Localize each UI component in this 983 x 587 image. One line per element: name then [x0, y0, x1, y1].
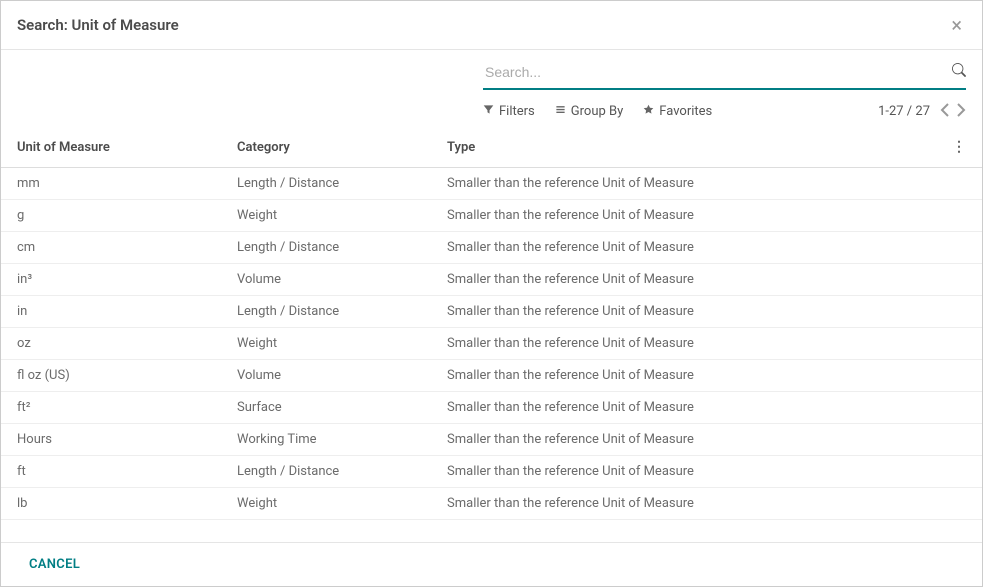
cell-spacer	[936, 392, 982, 424]
cell-uom: g	[1, 200, 221, 232]
cell-spacer	[936, 328, 982, 360]
cell-type: Smaller than the reference Unit of Measu…	[431, 296, 936, 328]
table-row[interactable]: cmLength / DistanceSmaller than the refe…	[1, 232, 982, 264]
close-button[interactable]: ×	[947, 15, 966, 35]
cancel-button[interactable]: CANCEL	[17, 553, 92, 576]
pager-next[interactable]	[956, 102, 966, 121]
pager-arrows	[940, 102, 966, 121]
cell-category: Weight	[221, 488, 431, 520]
cell-spacer	[936, 296, 982, 328]
cell-spacer	[936, 424, 982, 456]
cell-uom: ft²	[1, 392, 221, 424]
dialog-header: Search: Unit of Measure ×	[1, 1, 982, 50]
table-row[interactable]: lbWeightSmaller than the reference Unit …	[1, 488, 982, 520]
cell-uom: in³	[1, 264, 221, 296]
star-icon	[643, 104, 654, 119]
tool-group: Filters Group By Favorites	[483, 104, 712, 119]
search-dialog: Search: Unit of Measure ×	[0, 0, 983, 587]
cell-spacer	[936, 168, 982, 200]
cell-uom: in	[1, 296, 221, 328]
cell-category: Working Time	[221, 424, 431, 456]
group-by-label: Group By	[571, 104, 624, 119]
filters-label: Filters	[499, 104, 535, 119]
chevron-left-icon	[940, 103, 950, 117]
toolbar-row: Filters Group By Favorites	[483, 102, 966, 121]
cell-uom: ft	[1, 456, 221, 488]
cell-category: Surface	[221, 392, 431, 424]
cell-spacer	[936, 232, 982, 264]
cell-uom: oz	[1, 328, 221, 360]
table-header-row: Unit of Measure Category Type ⋮	[1, 127, 982, 168]
cell-category: Weight	[221, 328, 431, 360]
cell-type: Smaller than the reference Unit of Measu…	[431, 264, 936, 296]
results-table: Unit of Measure Category Type ⋮ mmLength…	[1, 127, 982, 520]
col-header-uom[interactable]: Unit of Measure	[1, 127, 221, 168]
list-icon	[555, 104, 566, 119]
cell-uom: Hours	[1, 424, 221, 456]
cell-category: Weight	[221, 200, 431, 232]
table-row[interactable]: in³VolumeSmaller than the reference Unit…	[1, 264, 982, 296]
search-input[interactable]	[483, 60, 952, 84]
cell-type: Smaller than the reference Unit of Measu…	[431, 232, 936, 264]
table-row[interactable]: inLength / DistanceSmaller than the refe…	[1, 296, 982, 328]
cell-spacer	[936, 456, 982, 488]
table-row[interactable]: ftLength / DistanceSmaller than the refe…	[1, 456, 982, 488]
cell-uom: fl oz (US)	[1, 360, 221, 392]
cell-category: Length / Distance	[221, 232, 431, 264]
search-icon[interactable]	[952, 63, 966, 81]
cell-type: Smaller than the reference Unit of Measu…	[431, 200, 936, 232]
search-input-row	[483, 60, 966, 90]
dialog-body: Filters Group By Favorites	[1, 50, 982, 542]
cell-spacer	[936, 200, 982, 232]
filters-button[interactable]: Filters	[483, 104, 535, 119]
col-header-menu[interactable]: ⋮	[936, 127, 982, 168]
kebab-icon: ⋮	[952, 139, 966, 155]
cell-uom: lb	[1, 488, 221, 520]
cell-type: Smaller than the reference Unit of Measu…	[431, 328, 936, 360]
cell-category: Length / Distance	[221, 456, 431, 488]
group-by-button[interactable]: Group By	[555, 104, 624, 119]
cell-spacer	[936, 360, 982, 392]
table-row[interactable]: HoursWorking TimeSmaller than the refere…	[1, 424, 982, 456]
cell-spacer	[936, 488, 982, 520]
close-icon: ×	[951, 13, 962, 37]
favorites-label: Favorites	[659, 104, 712, 119]
cell-category: Length / Distance	[221, 168, 431, 200]
search-controls: Filters Group By Favorites	[1, 50, 982, 127]
cell-category: Volume	[221, 360, 431, 392]
pager-prev[interactable]	[940, 102, 950, 121]
dialog-title: Search: Unit of Measure	[17, 16, 179, 34]
table-row[interactable]: fl oz (US)VolumeSmaller than the referen…	[1, 360, 982, 392]
search-wrap: Filters Group By Favorites	[483, 60, 966, 121]
cell-type: Smaller than the reference Unit of Measu…	[431, 360, 936, 392]
cell-type: Smaller than the reference Unit of Measu…	[431, 424, 936, 456]
col-header-type[interactable]: Type	[431, 127, 936, 168]
table-row[interactable]: ozWeightSmaller than the reference Unit …	[1, 328, 982, 360]
pager: 1-27 / 27	[878, 102, 966, 121]
cell-type: Smaller than the reference Unit of Measu…	[431, 392, 936, 424]
chevron-right-icon	[956, 103, 966, 117]
pager-text: 1-27 / 27	[878, 104, 930, 119]
cell-type: Smaller than the reference Unit of Measu…	[431, 456, 936, 488]
cell-category: Volume	[221, 264, 431, 296]
cell-category: Length / Distance	[221, 296, 431, 328]
table-row[interactable]: gWeightSmaller than the reference Unit o…	[1, 200, 982, 232]
cell-uom: mm	[1, 168, 221, 200]
table-row[interactable]: mmLength / DistanceSmaller than the refe…	[1, 168, 982, 200]
favorites-button[interactable]: Favorites	[643, 104, 712, 119]
cell-type: Smaller than the reference Unit of Measu…	[431, 168, 936, 200]
filter-icon	[483, 104, 494, 119]
cell-type: Smaller than the reference Unit of Measu…	[431, 488, 936, 520]
cell-uom: cm	[1, 232, 221, 264]
cell-spacer	[936, 264, 982, 296]
table-row[interactable]: ft²SurfaceSmaller than the reference Uni…	[1, 392, 982, 424]
col-header-category[interactable]: Category	[221, 127, 431, 168]
dialog-footer: CANCEL	[1, 542, 982, 586]
